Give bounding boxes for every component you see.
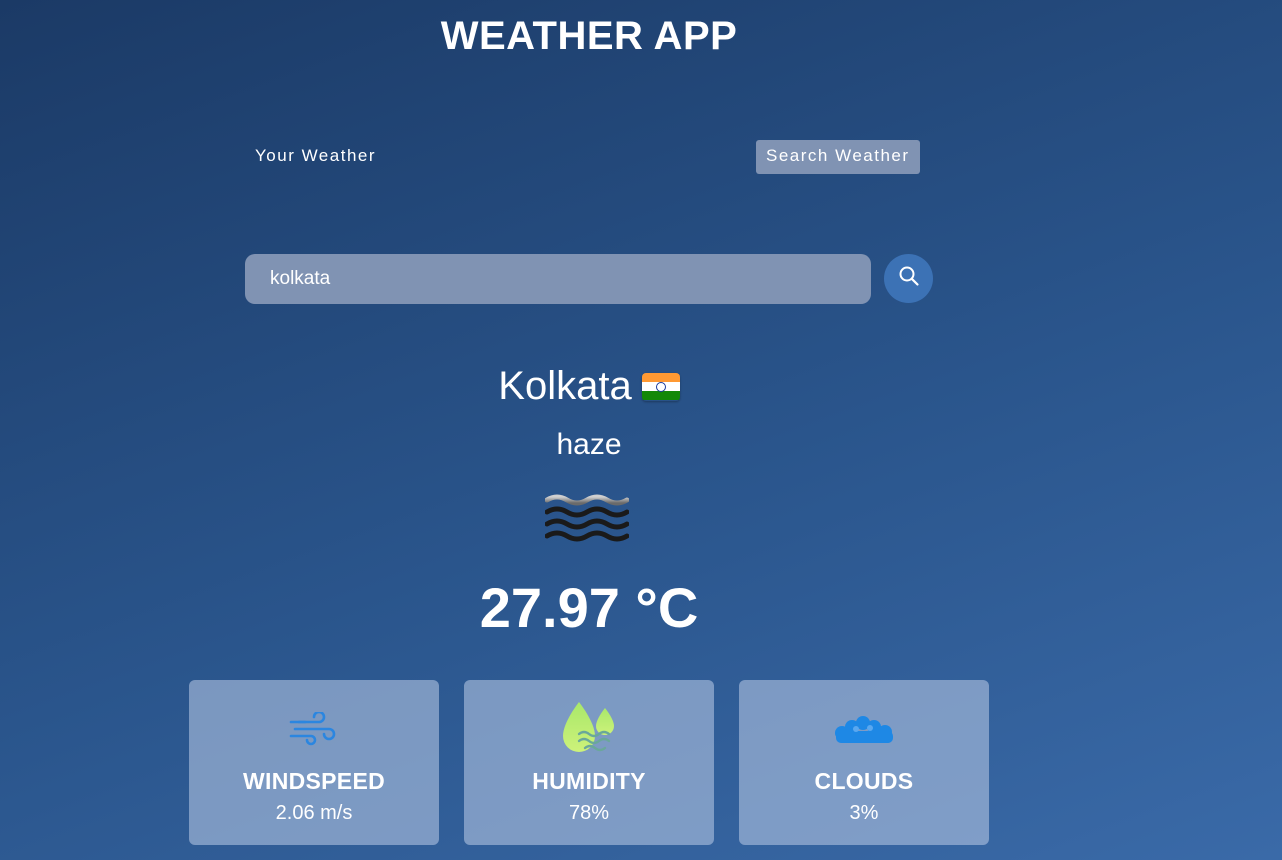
clouds-value: 3% <box>849 802 879 824</box>
windspeed-card: WINDSPEED 2.06 m/s <box>189 680 439 845</box>
clouds-label: CLOUDS <box>814 768 914 794</box>
humidity-label: HUMIDITY <box>532 768 646 794</box>
tab-search-weather[interactable]: Search Weather <box>756 140 920 174</box>
tab-your-weather[interactable]: Your Weather <box>245 140 386 174</box>
humidity-card: HUMIDITY 78% <box>464 680 714 845</box>
humidity-value: 78% <box>568 802 610 824</box>
wind-icon <box>289 710 339 751</box>
india-flag-icon <box>641 372 680 401</box>
windspeed-label: WINDSPEED <box>243 768 385 794</box>
search-field <box>245 254 871 304</box>
search-input[interactable] <box>245 254 871 304</box>
haze-icon <box>544 492 630 551</box>
search-icon <box>898 265 920 292</box>
city-name: Kolkata <box>498 364 632 408</box>
humidity-icon <box>559 700 619 763</box>
windspeed-value: 2.06 m/s <box>275 802 353 824</box>
temperature: 27.97 °C <box>479 576 699 639</box>
clouds-icon <box>832 713 896 750</box>
weather-condition: haze <box>556 428 622 461</box>
app-title: WEATHER APP <box>440 14 738 58</box>
city-heading: Kolkata <box>0 364 1178 409</box>
clouds-card: CLOUDS 3% <box>739 680 989 845</box>
search-button[interactable] <box>884 254 933 303</box>
